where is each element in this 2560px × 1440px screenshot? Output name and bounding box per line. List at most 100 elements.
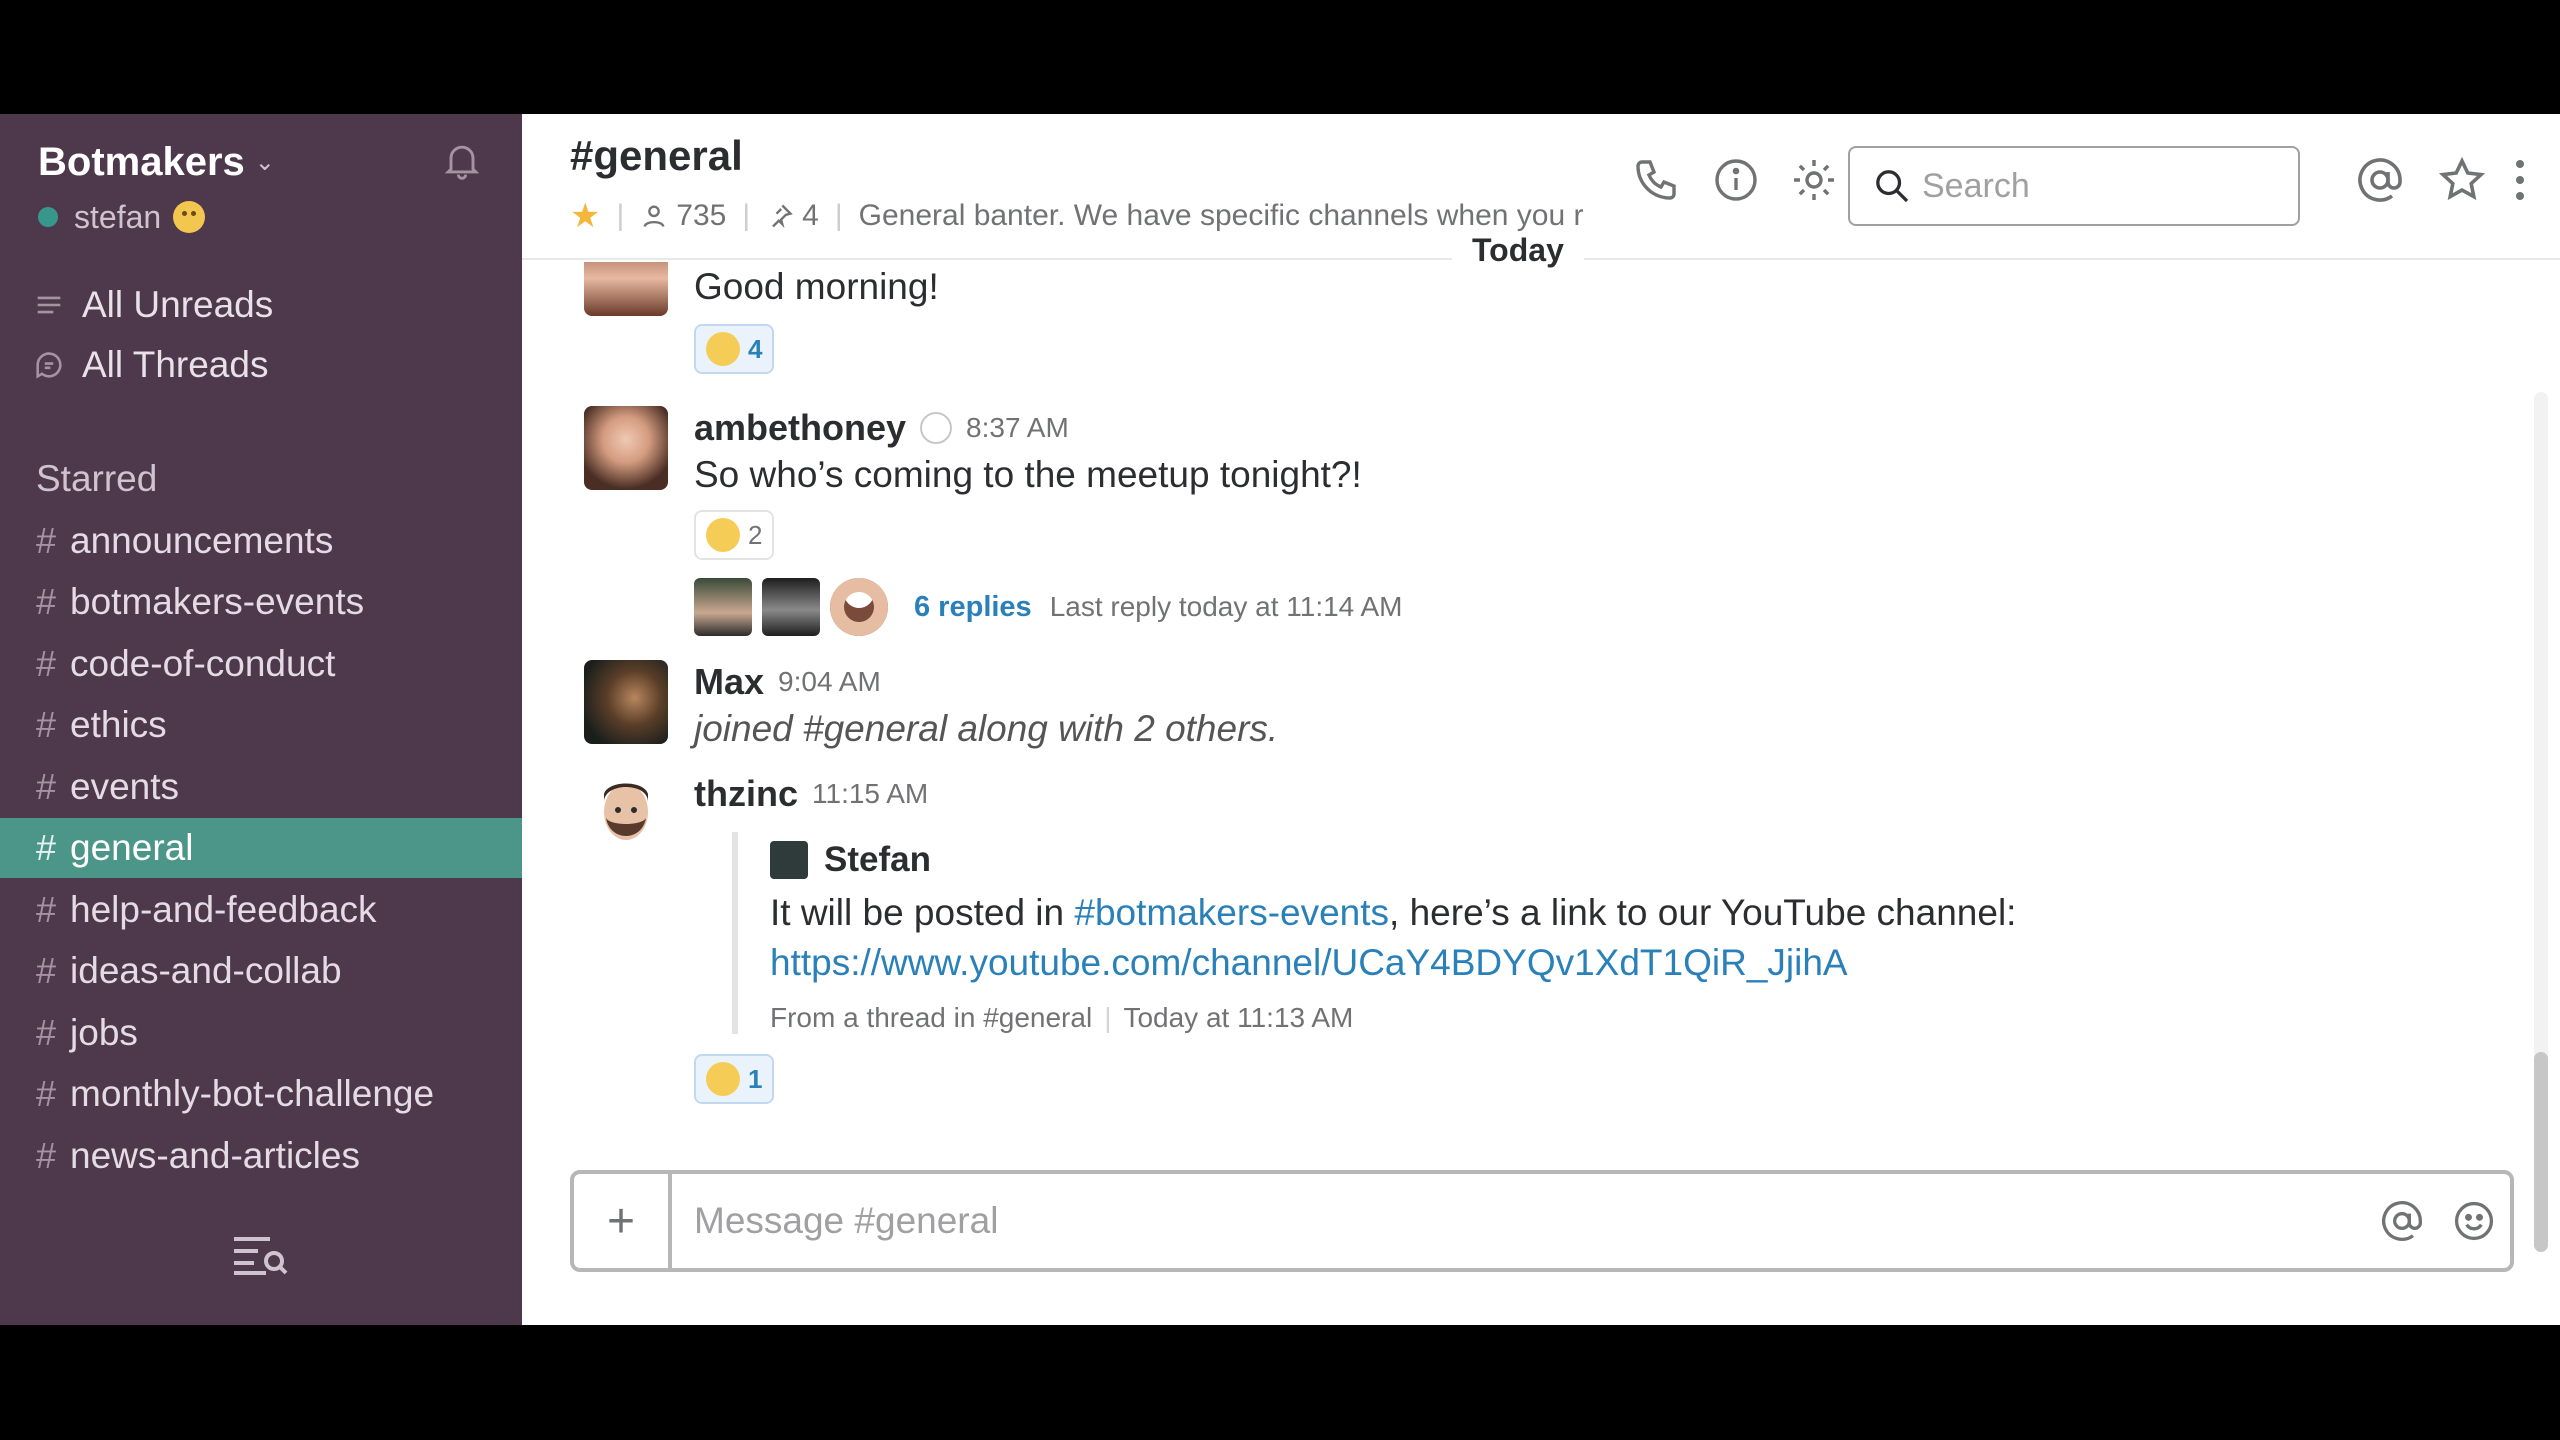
thumbs-up-emoji-icon [706,1062,740,1096]
gear-icon[interactable] [1790,156,1838,204]
info-icon[interactable] [1712,156,1760,204]
avatar [830,578,888,636]
channel-view: #general ★ | 735 | 4 | General banter. W… [522,114,2560,1325]
date-divider: Today [1452,232,1584,269]
quote-author[interactable]: Stefan [824,840,931,880]
quote-timestamp[interactable]: Today at 11:13 AM [1123,1002,1353,1033]
message-author[interactable]: thzinc [694,773,798,815]
person-icon [643,205,665,228]
sidebar-item-ideas-and-collab[interactable]: # ideas-and-collab [0,941,522,1001]
sidebar-item-all-unreads[interactable]: All Unreads [32,280,273,330]
chevron-down-icon[interactable]: ⌄ [255,148,275,177]
message: thzinc 11:15 AM Stefan It will be posted… [584,772,2500,1112]
wave-emoji-icon [706,518,740,552]
quote-footer: From a thread in #general | Today at 11:13… [770,1002,1354,1033]
message-input[interactable] [672,1174,2366,1268]
sidebar: Botmakers ⌄ stefan All Unreads All Threa… [0,114,522,1325]
message: Good morning! 4 [584,262,2500,374]
quote-source[interactable]: From a thread in #general [770,1002,1092,1033]
sidebar-item-label: All Unreads [82,284,274,325]
pinned-count[interactable]: 4 [766,199,819,233]
avatar[interactable] [584,262,668,316]
slack-window: Botmakers ⌄ stefan All Unreads All Threa… [0,114,2560,1325]
scrollbar[interactable] [2534,1052,2548,1252]
sidebar-item-news-and-articles[interactable]: # news-and-articles [0,1126,522,1186]
channel-meta: ★ | 735 | 4 | General banter. We have sp… [570,196,1630,236]
avatar [762,578,820,636]
sidebar-item-jobs[interactable]: # jobs [0,1003,522,1063]
message-text: joined #general along with 2 others. [694,708,1279,749]
avatar[interactable] [584,772,668,856]
more-options-icon[interactable] [2508,156,2532,204]
presence-dot [38,207,58,227]
divider: | [616,199,625,232]
quick-switcher-filter-icon[interactable] [230,1233,290,1277]
channel-title[interactable]: #general [570,132,743,180]
mention-icon[interactable] [2366,1174,2438,1268]
channel-link[interactable]: #botmakers-events [1074,892,1389,933]
message-time[interactable]: 9:04 AM [778,666,881,698]
shared-message-quote[interactable]: Stefan It will be posted in #botmakers-e… [732,832,2500,1034]
starred-section-label[interactable]: Starred [36,458,157,500]
message-composer: + [570,1170,2514,1272]
hash-icon: # [36,520,57,561]
message-text: So who’s coming to the meetup tonight?! [694,454,1362,495]
unreads-icon [37,296,61,314]
sidebar-item-botmakers-events[interactable]: # botmakers-events [0,572,522,632]
hash-icon: # [36,1012,57,1053]
sidebar-item-ethics[interactable]: # ethics [0,695,522,755]
avatar[interactable] [584,406,668,490]
hash-icon: # [36,1135,57,1176]
avatar [694,578,752,636]
message-author[interactable]: ambethoney [694,407,906,449]
hash-icon: # [36,827,57,868]
threads-icon [36,352,62,379]
sidebar-item-monthly-bot-challenge[interactable]: # monthly-bot-challenge [0,1064,522,1124]
sidebar-item-code-of-conduct[interactable]: # code-of-conduct [0,634,522,694]
member-count[interactable]: 735 [640,199,726,233]
quote-text: It will be posted in #botmakers-events, … [770,892,2017,933]
hash-icon: # [36,950,57,991]
sidebar-item-events[interactable]: # events [0,757,522,817]
hash-icon: # [36,766,57,807]
message-time[interactable]: 8:37 AM [966,412,1069,444]
message: ambethoney 8:37 AM So who’s coming to th… [584,406,2500,636]
pin-icon [772,204,793,228]
sidebar-item-general[interactable]: # general [0,818,522,878]
emoji-icon[interactable] [2438,1174,2510,1268]
star-filled-icon[interactable]: ★ [570,196,600,236]
attach-button[interactable]: + [574,1174,672,1268]
bell-icon[interactable] [440,138,484,182]
hash-icon: # [36,1073,57,1114]
message-author[interactable]: Max [694,661,764,703]
status-emoji-icon [173,201,206,233]
sidebar-item-help-and-feedback[interactable]: # help-and-feedback [0,880,522,940]
mentions-icon[interactable] [2356,156,2404,204]
sidebar-item-announcements[interactable]: # announcements [0,511,522,571]
sidebar-item-label: All Threads [82,344,269,385]
thread-summary[interactable]: 6 replies Last reply today at 11:14 AM [694,578,2500,636]
reaction-button[interactable]: 4 [694,324,775,374]
search-field[interactable] [1922,166,2282,206]
reaction-button[interactable]: 1 [694,1054,775,1104]
thread-replies-link[interactable]: 6 replies [914,591,1032,624]
status-emoji-icon [920,412,953,444]
thread-last-reply: Last reply today at 11:14 AM [1049,591,1403,622]
reaction-button[interactable]: 2 [694,510,775,560]
divider: | [742,199,751,232]
star-icon[interactable] [2438,156,2486,204]
hash-icon: # [36,704,57,745]
channel-topic[interactable]: General banter. We have specific channel… [859,199,1584,233]
divider: | [834,199,843,232]
team-name[interactable]: Botmakers [38,140,245,185]
url-link[interactable]: https://www.youtube.com/channel/UCaY4BDY… [770,938,2500,988]
message-text: Good morning! [694,266,939,307]
current-user[interactable]: stefan [38,194,206,240]
username: stefan [74,198,162,235]
sidebar-item-all-threads[interactable]: All Threads [32,340,268,390]
avatar[interactable] [584,660,668,744]
search-input[interactable] [1848,146,2300,226]
phone-icon[interactable] [1632,156,1680,204]
team-menu[interactable]: Botmakers ⌄ [38,132,484,192]
message-time[interactable]: 11:15 AM [812,778,928,810]
